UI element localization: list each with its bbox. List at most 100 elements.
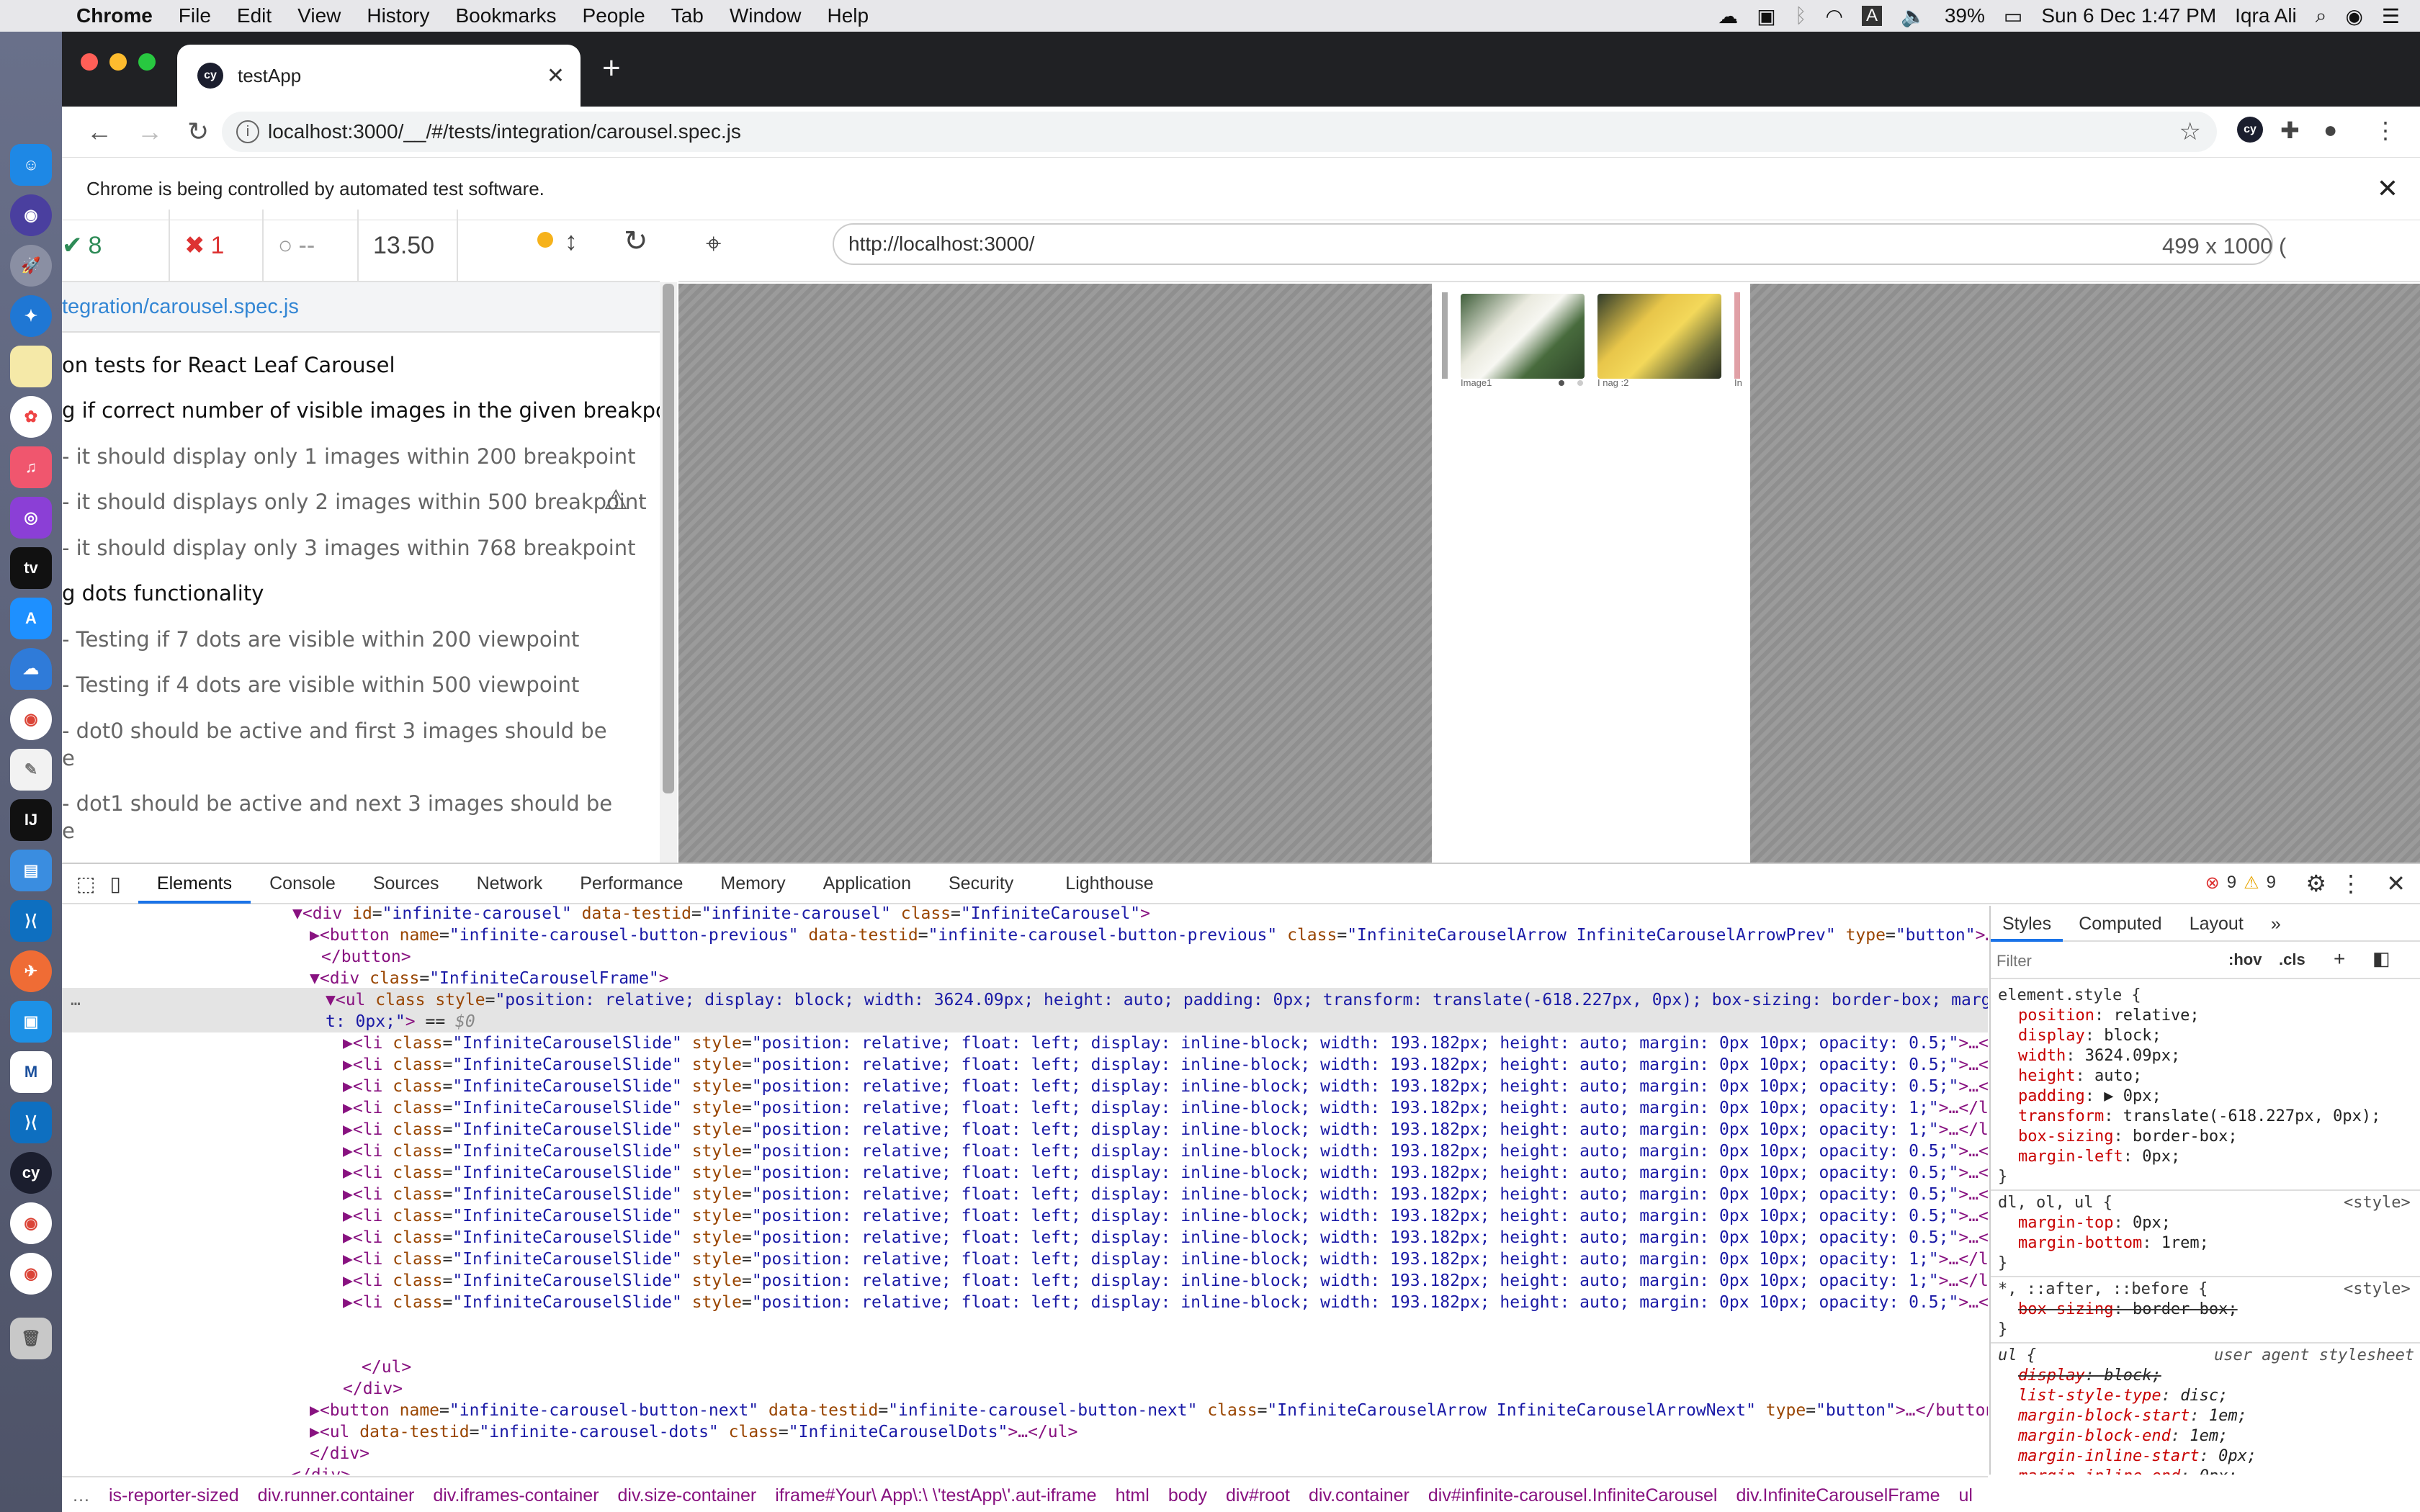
tab-network[interactable]: Network bbox=[458, 863, 562, 904]
carousel-slide-image-1[interactable] bbox=[1461, 294, 1585, 379]
suite-title[interactable]: on tests for React Leaf Carousel bbox=[62, 353, 395, 377]
reload-icon[interactable]: ↻ bbox=[187, 117, 209, 147]
tab-lighthouse[interactable]: Lighthouse bbox=[1047, 863, 1172, 904]
style-prop[interactable]: list-style-type: disc; bbox=[2018, 1387, 2228, 1405]
files-icon[interactable]: ▤ bbox=[10, 850, 52, 891]
reporter-scrollbar[interactable] bbox=[660, 282, 677, 863]
vscode-icon[interactable]: ⟩⟨ bbox=[10, 900, 52, 942]
dom-li-slide[interactable]: ▶<li class="InfiniteCarouselSlide" style… bbox=[343, 1054, 1988, 1076]
style-prop[interactable]: margin-block-end: 1em; bbox=[2018, 1427, 2228, 1445]
dom-node[interactable]: ▶<button name="infinite-carousel-button-… bbox=[310, 924, 1988, 946]
style-prop[interactable]: margin-inline-end: 0px; bbox=[2018, 1467, 2238, 1475]
dom-li-slide[interactable]: ▶<li class="InfiniteCarouselSlide" style… bbox=[343, 1076, 1988, 1097]
menu-view[interactable]: View bbox=[297, 4, 341, 27]
app-store-icon[interactable]: A bbox=[10, 598, 52, 639]
docker-dock-icon[interactable]: ▣ bbox=[10, 1001, 52, 1043]
test-title[interactable]: - it should display only 1 images within… bbox=[62, 444, 636, 469]
style-prop[interactable]: box-sizing: border-box; bbox=[2018, 1128, 2238, 1146]
test-title[interactable]: - it should display only 3 images within… bbox=[62, 536, 636, 560]
style-prop[interactable]: margin-left: 0px; bbox=[2018, 1148, 2180, 1166]
carousel-next-slide-peek[interactable] bbox=[1734, 292, 1740, 379]
minimize-window-button[interactable] bbox=[109, 53, 127, 71]
style-prop[interactable]: margin-block-start: 1em; bbox=[2018, 1407, 2247, 1425]
dom-li-slide[interactable]: ▶<li class="InfiniteCarouselSlide" style… bbox=[343, 1248, 1988, 1270]
scrollbar-thumb[interactable] bbox=[663, 284, 674, 793]
breadcrumb-item[interactable]: div.iframes-container bbox=[433, 1485, 599, 1506]
style-prop[interactable]: margin-inline-start: 0px; bbox=[2018, 1447, 2257, 1465]
dom-node-selected[interactable]: ▼<ul class style="position: relative; di… bbox=[326, 989, 1988, 1011]
selector-playground-crosshair-icon[interactable]: ⌖ bbox=[706, 229, 721, 260]
dom-li-slide[interactable]: ▶<li class="InfiniteCarouselSlide" style… bbox=[343, 1162, 1988, 1184]
aut-iframe[interactable]: Image1 I nag :2 In bbox=[1432, 284, 1750, 863]
failed-count-cell[interactable]: ✖ 1 bbox=[170, 210, 264, 282]
style-prop[interactable]: height: auto; bbox=[2018, 1067, 2142, 1085]
user-name[interactable]: Iqra Ali bbox=[2235, 4, 2297, 27]
style-prop[interactable]: position: relative; bbox=[2018, 1007, 2200, 1025]
style-prop[interactable]: margin-bottom: 1rem; bbox=[2018, 1234, 2209, 1252]
breadcrumb-item[interactable]: iframe#Your\ App\:\ \'testApp\'.aut-ifra… bbox=[775, 1485, 1096, 1506]
breadcrumb-item[interactable]: div.size-container bbox=[618, 1485, 757, 1506]
menu-app-name[interactable]: Chrome bbox=[76, 4, 153, 27]
breadcrumb-item[interactable]: ul bbox=[1958, 1485, 1972, 1506]
tab-styles[interactable]: Styles bbox=[1991, 906, 2063, 942]
test-title[interactable]: - it should displays only 2 images withi… bbox=[62, 490, 647, 514]
style-prop[interactable]: display: block; bbox=[2018, 1027, 2161, 1045]
chrome-icon-3[interactable]: ◉ bbox=[10, 1253, 52, 1295]
docker-icon[interactable]: ▣ bbox=[1757, 4, 1775, 28]
finder-icon[interactable]: ☺ bbox=[10, 144, 52, 186]
dom-node[interactable]: </div> bbox=[343, 1378, 403, 1400]
volume-icon[interactable]: 🔈 bbox=[1901, 4, 1926, 28]
breadcrumb-item[interactable]: div#root bbox=[1226, 1485, 1290, 1506]
podcasts-icon[interactable]: ◎ bbox=[10, 497, 52, 539]
restart-tests-icon[interactable]: ↻ bbox=[624, 225, 648, 258]
inspect-element-icon[interactable]: ⬚ bbox=[76, 872, 95, 896]
style-prop-overridden[interactable]: display: block; bbox=[2018, 1367, 2161, 1385]
dom-node[interactable]: ▶<ul data-testid="infinite-carousel-dots… bbox=[310, 1421, 1077, 1443]
carousel-prev-arrow[interactable] bbox=[1442, 292, 1448, 379]
tab-layout[interactable]: Layout bbox=[2178, 906, 2255, 942]
dom-node[interactable]: </ul> bbox=[362, 1356, 411, 1378]
breadcrumb-item[interactable]: body bbox=[1168, 1485, 1207, 1506]
dom-li-slide[interactable]: ▶<li class="InfiniteCarouselSlide" style… bbox=[343, 1140, 1988, 1162]
class-toggle[interactable]: .cls bbox=[2279, 950, 2305, 969]
close-devtools-icon[interactable]: ✕ bbox=[2386, 870, 2406, 897]
style-source[interactable]: <style> bbox=[2344, 1280, 2411, 1298]
profile-avatar-icon[interactable]: ● bbox=[2323, 117, 2337, 143]
notes-icon[interactable] bbox=[10, 346, 52, 387]
test-title[interactable]: - Testing if 4 dots are visible within 5… bbox=[62, 672, 579, 697]
dom-li-slide[interactable]: ▶<li class="InfiniteCarouselSlide" style… bbox=[343, 1205, 1988, 1227]
dom-li-slide[interactable]: ▶<li class="InfiniteCarouselSlide" style… bbox=[343, 1292, 1988, 1313]
dom-node[interactable]: </button> bbox=[321, 946, 411, 968]
breadcrumb-item[interactable]: html bbox=[1116, 1485, 1150, 1506]
extensions-puzzle-icon[interactable]: ✚ bbox=[2280, 117, 2300, 144]
menu-tab[interactable]: Tab bbox=[671, 4, 704, 27]
devtools-settings-gear-icon[interactable]: ⚙ bbox=[2305, 870, 2326, 897]
dom-li-slide[interactable]: ▶<li class="InfiniteCarouselSlide" style… bbox=[343, 1184, 1988, 1205]
style-prop[interactable]: margin-top: 0px; bbox=[2018, 1214, 2171, 1232]
menu-history[interactable]: History bbox=[367, 4, 429, 27]
new-style-rule-icon[interactable]: + bbox=[2334, 948, 2345, 971]
carousel-slide-image-2[interactable] bbox=[1597, 294, 1721, 379]
intellij-icon[interactable]: IJ bbox=[10, 799, 52, 841]
carousel-dot[interactable] bbox=[1577, 380, 1583, 386]
breadcrumb-item[interactable]: div.runner.container bbox=[258, 1485, 415, 1506]
autoscroll-toggle-icon[interactable]: ↕ bbox=[565, 226, 578, 256]
siri-dock-icon[interactable]: ◉ bbox=[10, 194, 52, 236]
zoom-window-button[interactable] bbox=[138, 53, 156, 71]
suite-title[interactable]: g dots functionality bbox=[62, 581, 264, 606]
passed-count-cell[interactable]: ✔ 8 bbox=[62, 210, 170, 282]
trash-icon[interactable]: 🗑 bbox=[10, 1318, 52, 1359]
test-title[interactable]: - dot0 should be active and first 3 imag… bbox=[62, 719, 607, 743]
cypress-extension-icon[interactable]: cy bbox=[2237, 117, 2263, 143]
dom-li-slide[interactable]: ▶<li class="InfiniteCarouselSlide" style… bbox=[343, 1032, 1988, 1054]
bookmark-star-icon[interactable]: ☆ bbox=[2179, 117, 2201, 146]
style-prop-overridden[interactable]: box-sizing: border-box; bbox=[2018, 1300, 2238, 1318]
style-prop[interactable]: padding: ▶ 0px; bbox=[2018, 1087, 2161, 1105]
style-source[interactable]: <style> bbox=[2344, 1194, 2411, 1212]
new-tab-icon[interactable]: + bbox=[602, 50, 621, 86]
tab-performance[interactable]: Performance bbox=[561, 863, 702, 904]
tab-security[interactable]: Security bbox=[930, 863, 1032, 904]
menu-window[interactable]: Window bbox=[730, 4, 802, 27]
close-infobar-icon[interactable]: ✕ bbox=[2377, 174, 2398, 204]
chrome-icon-2[interactable]: ◉ bbox=[10, 1202, 52, 1244]
